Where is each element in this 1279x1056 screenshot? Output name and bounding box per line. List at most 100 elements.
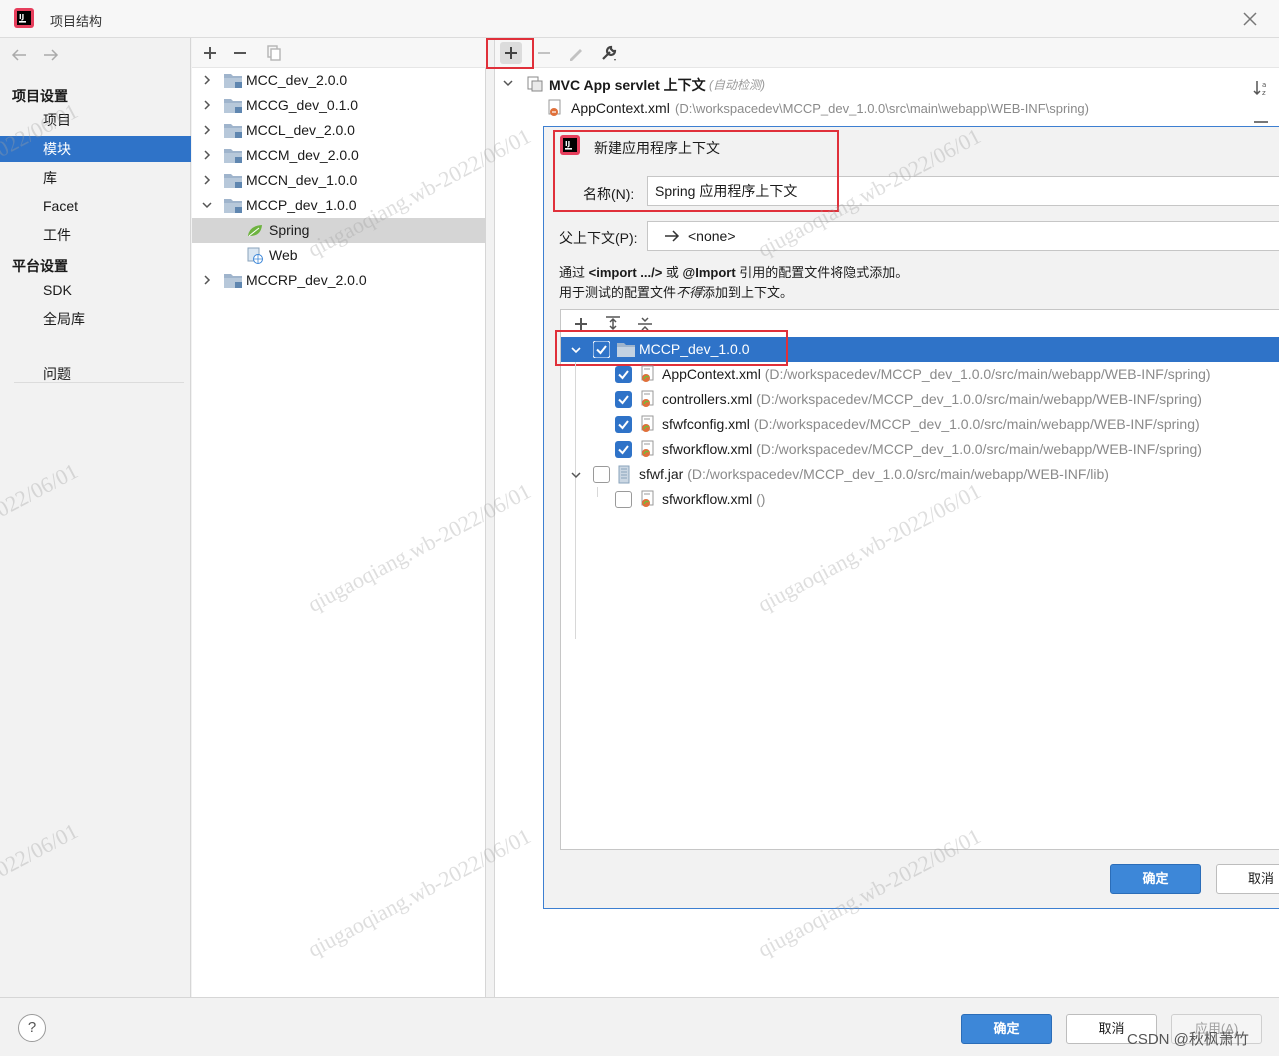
sort-icon[interactable]: az — [1252, 78, 1272, 98]
config-file-row[interactable]: AppContext.xml (D:/workspacedev/MCCP_dev… — [561, 362, 1279, 387]
nav-item-global-libraries[interactable]: 全局库 — [0, 306, 191, 332]
file-path: (D:/workspacedev/MCCP_dev_1.0.0/src/main… — [756, 391, 1202, 407]
hint-suffix: 引用的配置文件将隐式添加。 — [735, 265, 909, 280]
collapse-icon[interactable] — [1254, 121, 1268, 123]
config-file-row[interactable]: sfwfconfig.xml (D:/workspacedev/MCCP_dev… — [561, 412, 1279, 437]
file-path: (D:/workspacedev/MCCP_dev_1.0.0/src/main… — [764, 366, 1211, 382]
config-file-row[interactable]: controllers.xml (D:/workspacedev/MCCP_de… — [561, 387, 1279, 412]
xml-file-icon — [641, 490, 654, 507]
module-folder-icon — [224, 274, 242, 288]
xml-file-icon — [641, 415, 654, 432]
dialog-cancel-button[interactable]: 取消 — [1216, 864, 1279, 894]
jar-icon — [618, 465, 630, 484]
root-checkbox[interactable] — [592, 340, 611, 359]
xml-file-icon — [641, 365, 654, 382]
check-icon — [618, 395, 629, 405]
chevron-down-icon[interactable] — [571, 470, 581, 480]
intellij-logo-icon: IJ — [560, 135, 580, 155]
expand-all-icon[interactable] — [602, 313, 624, 335]
hint-or: 或 — [662, 265, 683, 280]
jar-child-row[interactable]: sfworkflow.xml () — [561, 487, 1279, 512]
module-toolbar — [192, 38, 486, 68]
nav-item-project[interactable]: 项目 — [0, 107, 191, 133]
module-row[interactable]: MCCM_dev_2.0.0 — [192, 143, 486, 168]
back-arrow-icon[interactable] — [10, 48, 28, 62]
chevron-down-icon[interactable] — [571, 345, 581, 355]
chevron-right-icon[interactable] — [202, 150, 212, 160]
module-row[interactable]: MCCN_dev_1.0.0 — [192, 168, 486, 193]
parent-context-select[interactable]: <none> — [647, 221, 1279, 251]
xml-file-icon — [548, 99, 561, 116]
arrow-right-icon — [665, 230, 680, 242]
module-label: MCCG_dev_0.1.0 — [246, 97, 359, 113]
hint-text: 通过 — [559, 265, 589, 280]
nav-item-artifacts[interactable]: 工件 — [0, 222, 191, 248]
dialog-ok-button[interactable]: 确定 — [1110, 864, 1201, 894]
config-file-row[interactable]: sfworkflow.xml (D:/workspacedev/MCCP_dev… — [561, 437, 1279, 462]
file-checkbox[interactable] — [615, 416, 632, 433]
edit-icon[interactable] — [565, 42, 587, 64]
nav-item-libraries[interactable]: 库 — [0, 165, 191, 191]
add-context-icon[interactable] — [500, 42, 522, 64]
facet-label: Web — [269, 247, 298, 263]
remove-context-icon[interactable] — [533, 42, 555, 64]
nav-item-sdk[interactable]: SDK — [0, 277, 191, 303]
new-context-dialog: IJ 新建应用程序上下文 名称(N): Spring 应用程序上下文 父上下文(… — [543, 126, 1279, 909]
context-title: MVC App servlet 上下文 — [549, 77, 706, 93]
chevron-right-icon[interactable] — [202, 175, 212, 185]
module-row[interactable]: MCCRP_dev_2.0.0 — [192, 268, 486, 293]
name-input[interactable]: Spring 应用程序上下文 — [647, 176, 1279, 206]
chevron-right-icon[interactable] — [202, 125, 212, 135]
jar-name: sfwf.jar — [639, 466, 684, 482]
file-path: (D:/workspacedev/MCCP_dev_1.0.0/src/main… — [753, 416, 1200, 432]
chevron-right-icon[interactable] — [202, 275, 212, 285]
file-checkbox[interactable] — [615, 366, 632, 383]
check-icon — [592, 340, 611, 359]
add-file-icon[interactable] — [570, 313, 592, 335]
module-row[interactable]: MCC_dev_2.0.0 — [192, 68, 486, 93]
jar-label: sfwf.jar (D:/workspacedev/MCCP_dev_1.0.0… — [639, 466, 1109, 482]
module-row[interactable]: MCCG_dev_0.1.0 — [192, 93, 486, 118]
context-file-path: (D:\workspacedev\MCCP_dev_1.0.0\src\main… — [675, 101, 1089, 116]
hint2-emphasis: 不得 — [676, 285, 703, 300]
context-file-name[interactable]: AppContext.xml — [571, 100, 670, 116]
module-label: MCC_dev_2.0.0 — [246, 72, 348, 88]
module-facet-row[interactable]: Spring — [192, 218, 486, 243]
nav-item-modules[interactable]: 模块 — [0, 136, 191, 162]
help-icon[interactable]: ? — [18, 1014, 46, 1042]
module-label: MCCM_dev_2.0.0 — [246, 147, 359, 163]
jar-row[interactable]: sfwf.jar (D:/workspacedev/MCCP_dev_1.0.0… — [561, 462, 1279, 487]
chevron-right-icon[interactable] — [202, 75, 212, 85]
file-name: AppContext.xml — [662, 366, 761, 382]
ok-button[interactable]: 确定 — [961, 1014, 1052, 1044]
remove-icon[interactable] — [229, 42, 251, 64]
hint2-suffix: 添加到上下文。 — [702, 285, 794, 300]
module-row[interactable]: MCCL_dev_2.0.0 — [192, 118, 486, 143]
file-checkbox[interactable] — [615, 391, 632, 408]
xml-file-icon — [641, 440, 654, 457]
close-icon[interactable] — [1240, 9, 1260, 29]
chevron-right-icon[interactable] — [202, 100, 212, 110]
add-icon[interactable] — [199, 42, 221, 64]
file-checkbox[interactable] — [615, 441, 632, 458]
chevron-down-icon[interactable] — [202, 200, 212, 210]
chevron-down-icon[interactable] — [503, 78, 513, 88]
copy-icon[interactable] — [263, 42, 285, 64]
jar-child-name: sfworkflow.xml — [662, 491, 753, 507]
nav-section-project-settings: 项目设置 — [12, 88, 68, 104]
nav-item-facets[interactable]: Facet — [0, 193, 191, 219]
csdn-watermark: CSDN @秋枫萧竹 — [1127, 1031, 1249, 1048]
dialog-title: 新建应用程序上下文 — [594, 140, 720, 156]
collapse-all-icon[interactable] — [634, 313, 656, 335]
jar-checkbox[interactable] — [593, 466, 610, 483]
jar-child-checkbox[interactable] — [615, 491, 632, 508]
wrench-icon[interactable] — [598, 42, 620, 64]
module-facet-row[interactable]: Web — [192, 243, 486, 268]
nav-item-problems[interactable]: 问题 — [0, 361, 191, 387]
module-folder-icon — [224, 99, 242, 113]
jar-child-label: sfworkflow.xml () — [662, 491, 765, 507]
forward-arrow-icon[interactable] — [42, 48, 60, 62]
svg-text:IJ: IJ — [19, 13, 24, 21]
tree-root-row[interactable]: MCCP_dev_1.0.0 — [561, 337, 1279, 362]
module-row[interactable]: MCCP_dev_1.0.0 — [192, 193, 486, 218]
